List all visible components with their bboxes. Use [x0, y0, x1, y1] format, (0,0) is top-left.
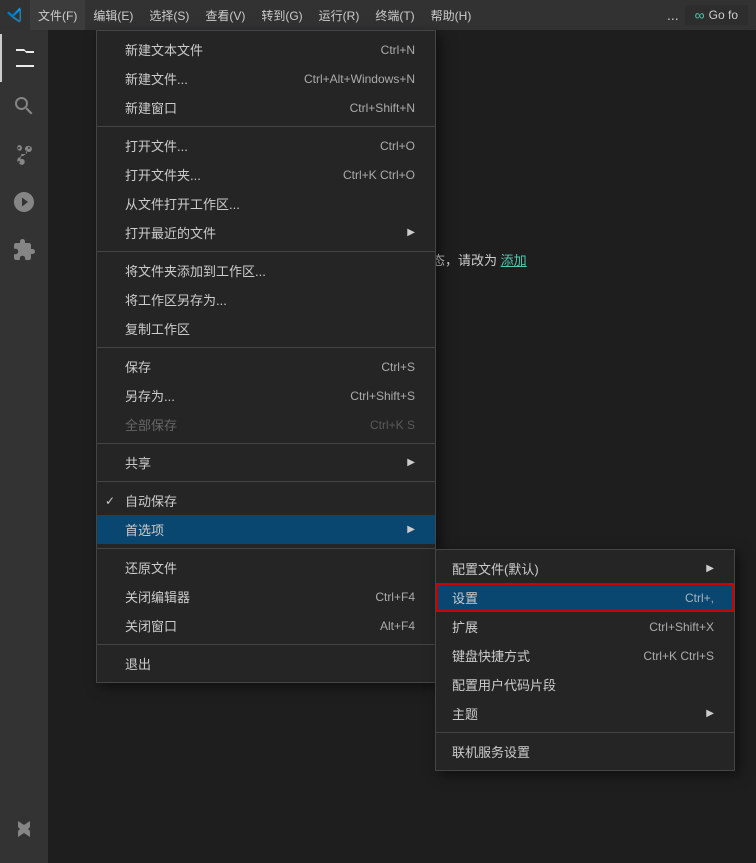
menu-open-file[interactable]: 打开文件... Ctrl+O — [97, 131, 435, 160]
activity-files[interactable] — [0, 34, 48, 82]
theme-arrow: ▶ — [706, 708, 714, 719]
profile-arrow: ▶ — [706, 563, 714, 574]
menu-file[interactable]: 文件(F) — [30, 0, 85, 30]
submenu-default-profile[interactable]: 配置文件(默认) ▶ — [436, 554, 734, 583]
menu-save[interactable]: 保存 Ctrl+S — [97, 352, 435, 381]
menu-share[interactable]: 共享 ▶ — [97, 448, 435, 477]
submenu-theme[interactable]: 主题 ▶ — [436, 699, 734, 728]
submenu-extensions[interactable]: 扩展 Ctrl+Shift+X — [436, 612, 734, 641]
menu-save-workspace[interactable]: 将工作区另存为... — [97, 285, 435, 314]
content-area: 如需其保持打开状态，请改为 添加 新建文本文件 Ctrl+N 新建文件... C… — [48, 30, 756, 863]
menu-close-window[interactable]: 关闭窗口 Alt+F4 — [97, 611, 435, 640]
menu-save-as[interactable]: 另存为... Ctrl+Shift+S — [97, 381, 435, 410]
menu-save-all: 全部保存 Ctrl+K S — [97, 410, 435, 439]
activity-testing[interactable] — [0, 807, 48, 855]
activity-search[interactable] — [0, 82, 48, 130]
more-actions-button[interactable]: ... — [661, 7, 685, 23]
menu-new-text-file[interactable]: 新建文本文件 Ctrl+N — [97, 35, 435, 64]
preferences-arrow: ▶ — [407, 524, 415, 535]
menu-auto-save[interactable]: ✓ 自动保存 — [97, 486, 435, 515]
menu-open-folder[interactable]: 打开文件夹... Ctrl+K Ctrl+O — [97, 160, 435, 189]
menu-sep-6 — [97, 548, 435, 549]
menu-revert-file[interactable]: 还原文件 — [97, 553, 435, 582]
submenu-keyboard-shortcuts[interactable]: 键盘快捷方式 Ctrl+K Ctrl+S — [436, 641, 734, 670]
activity-run-debug[interactable] — [0, 178, 48, 226]
menu-help[interactable]: 帮助(H) — [423, 0, 480, 30]
menu-open-recent[interactable]: 打开最近的文件 ▶ — [97, 218, 435, 247]
submenu-online-services[interactable]: 联机服务设置 — [436, 737, 734, 766]
menu-edit[interactable]: 编辑(E) — [85, 0, 141, 30]
menu-select[interactable]: 选择(S) — [141, 0, 197, 30]
menu-preferences[interactable]: 首选项 ▶ — [97, 515, 435, 544]
open-recent-arrow: ▶ — [407, 227, 415, 238]
vscode-logo — [0, 0, 30, 30]
file-dropdown-menu: 新建文本文件 Ctrl+N 新建文件... Ctrl+Alt+Windows+N… — [96, 30, 436, 683]
menu-close-editor[interactable]: 关闭编辑器 Ctrl+F4 — [97, 582, 435, 611]
activity-source-control[interactable] — [0, 130, 48, 178]
menu-sep-1 — [97, 126, 435, 127]
titlebar-right: ... ∞ Go fo — [661, 5, 756, 25]
menu-view[interactable]: 查看(V) — [197, 0, 253, 30]
preferences-submenu: 配置文件(默认) ▶ 设置 Ctrl+, 扩展 Ctrl+Shift+X — [435, 549, 735, 771]
menu-sep-4 — [97, 443, 435, 444]
share-arrow: ▶ — [407, 457, 415, 468]
menu-new-window[interactable]: 新建窗口 Ctrl+Shift+N — [97, 93, 435, 122]
submenu-sep-1 — [436, 732, 734, 733]
auto-save-check: ✓ — [105, 494, 115, 508]
menu-terminal[interactable]: 终端(T) — [367, 0, 422, 30]
go-icon: ∞ — [695, 7, 705, 23]
titlebar-menu: 文件(F) 编辑(E) 选择(S) 查看(V) 转到(G) 运行(R) 终端(T… — [30, 0, 479, 30]
activity-bar — [0, 30, 48, 863]
go-for-button[interactable]: ∞ Go fo — [685, 5, 748, 25]
main-layout: 如需其保持打开状态，请改为 添加 新建文本文件 Ctrl+N 新建文件... C… — [0, 30, 756, 863]
menu-goto[interactable]: 转到(G) — [253, 0, 310, 30]
submenu-user-snippets[interactable]: 配置用户代码片段 — [436, 670, 734, 699]
menu-sep-7 — [97, 644, 435, 645]
submenu-settings[interactable]: 设置 Ctrl+, — [436, 583, 734, 612]
menu-sep-5 — [97, 481, 435, 482]
menu-add-folder[interactable]: 将文件夹添加到工作区... — [97, 256, 435, 285]
menu-open-workspace[interactable]: 从文件打开工作区... — [97, 189, 435, 218]
menu-sep-2 — [97, 251, 435, 252]
titlebar: 文件(F) 编辑(E) 选择(S) 查看(V) 转到(G) 运行(R) 终端(T… — [0, 0, 756, 30]
menu-sep-3 — [97, 347, 435, 348]
activity-extensions[interactable] — [0, 226, 48, 274]
go-for-label: Go fo — [709, 8, 738, 22]
menu-overlay: 新建文本文件 Ctrl+N 新建文件... Ctrl+Alt+Windows+N… — [48, 30, 756, 863]
menu-run[interactable]: 运行(R) — [311, 0, 368, 30]
menu-new-file[interactable]: 新建文件... Ctrl+Alt+Windows+N — [97, 64, 435, 93]
menu-exit[interactable]: 退出 — [97, 649, 435, 678]
menu-duplicate-workspace[interactable]: 复制工作区 — [97, 314, 435, 343]
